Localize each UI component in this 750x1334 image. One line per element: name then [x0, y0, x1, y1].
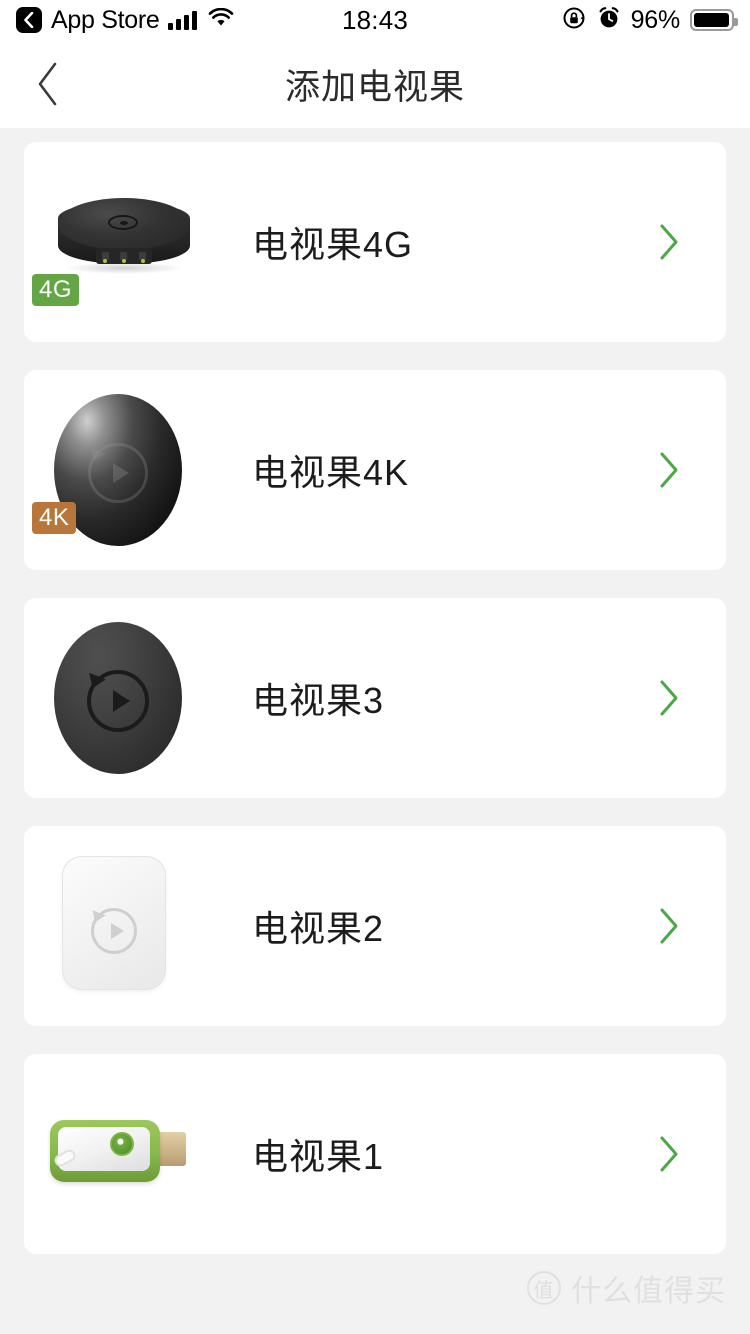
status-bar: App Store 18:43 96% — [0, 0, 750, 40]
alarm-clock-icon — [597, 5, 621, 36]
battery-icon — [690, 9, 738, 31]
chevron-right-icon[interactable] — [658, 451, 680, 489]
tvguo-3-egg-device-image — [44, 598, 204, 798]
battery-percent-label: 96% — [630, 5, 681, 34]
navigation-bar: 添加电视果 — [0, 40, 750, 128]
watermark-text: 什么值得买 — [571, 1275, 726, 1308]
white-box-illustration — [62, 856, 166, 990]
watermark-logo-icon: 值 — [527, 1271, 561, 1305]
tvguo-4g-puck-device-image: 4G — [32, 142, 204, 342]
watermark: 值 什么值得买 — [527, 1266, 726, 1310]
puck-illustration — [50, 184, 198, 280]
egg-illustration — [54, 622, 182, 774]
tvguo-1-hdmi-dongle-device-image — [44, 1054, 204, 1254]
app-screen: App Store 18:43 96% 添加电视果 4G 电视果4G 4K 电视… — [0, 0, 750, 1334]
back-button[interactable] — [0, 40, 96, 128]
device-list: 4G 电视果4G 4K 电视果4K 电视果3 电视果2 电视果1 — [0, 142, 750, 1282]
dongle-illustration — [48, 1118, 198, 1184]
rotation-lock-icon — [561, 5, 587, 36]
device-name: 电视果4K — [252, 452, 410, 493]
chevron-right-icon[interactable] — [658, 1135, 680, 1173]
device-name: 电视果1 — [252, 1136, 385, 1177]
chevron-right-icon[interactable] — [658, 223, 680, 261]
device-name: 电视果2 — [252, 908, 385, 949]
badge-4k: 4K — [32, 502, 77, 534]
status-bar-right: 96% — [561, 5, 738, 36]
list-item[interactable]: 4K 电视果4K — [24, 370, 726, 570]
chevron-right-icon[interactable] — [658, 907, 680, 945]
chevron-left-icon — [38, 62, 57, 106]
badge-4g: 4G — [32, 274, 80, 306]
device-name: 电视果4G — [252, 224, 414, 265]
list-item[interactable]: 电视果3 — [24, 598, 726, 798]
page-title: 添加电视果 — [284, 67, 465, 107]
list-item[interactable]: 电视果2 — [24, 826, 726, 1026]
chevron-right-icon[interactable] — [658, 679, 680, 717]
device-name: 电视果3 — [252, 680, 385, 721]
tvguo-4k-sphere-device-image: 4K — [32, 370, 204, 570]
list-item[interactable]: 电视果1 — [24, 1054, 726, 1254]
list-item[interactable]: 4G 电视果4G — [24, 142, 726, 342]
tvguo-2-white-box-device-image — [44, 826, 204, 1026]
